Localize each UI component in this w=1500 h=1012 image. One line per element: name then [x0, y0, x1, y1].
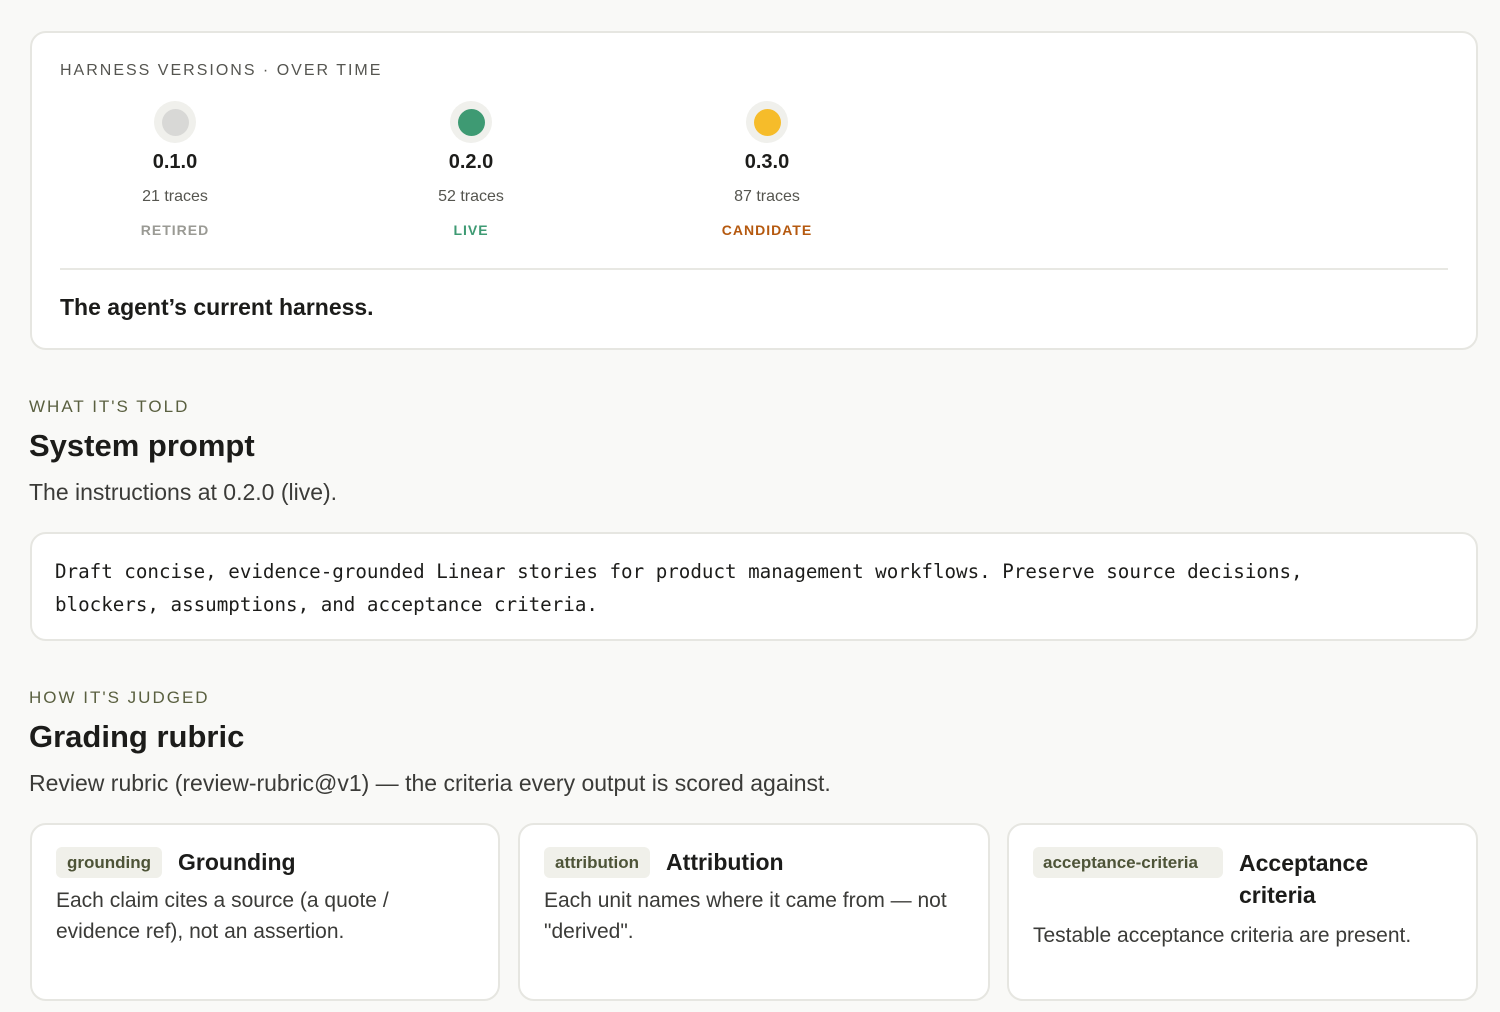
system-prompt-title: System prompt	[29, 428, 255, 463]
harness-versions-card: HARNESS VERSIONS · OVER TIME 0.1.0 21 tr…	[30, 31, 1478, 350]
system-prompt-subtitle: The instructions at 0.2.0 (live).	[29, 479, 338, 505]
version-number: 0.3.0	[744, 151, 790, 173]
version-status-dot-icon	[457, 108, 485, 136]
rubric-eyebrow: HOW IT'S JUDGED	[29, 688, 210, 707]
rubric-tag: attribution	[544, 847, 651, 878]
rubric-title: Grading rubric	[29, 719, 245, 754]
version-status: RETIRED	[140, 222, 210, 238]
rubric-card-header: attribution Attribution	[544, 847, 968, 878]
rubric-card-acceptance-criteria: acceptance-criteria Acceptance criteria …	[1007, 823, 1478, 1001]
rubric-description: Each claim cites a source (a quote / evi…	[56, 889, 389, 943]
rubric-description: Testable acceptance criteria are present…	[1033, 924, 1412, 947]
version-traces: 21 traces	[142, 188, 208, 205]
version-number: 0.2.0	[448, 151, 494, 173]
system-prompt-text: Draft concise, evidence-grounded Linear …	[55, 560, 1303, 616]
rubric-name: Grounding	[178, 849, 296, 875]
version-dot-ring	[154, 101, 196, 143]
version-status: CANDIDATE	[721, 222, 813, 238]
version-item-0-3-0[interactable]: 0.3.0 87 traces CANDIDATE	[667, 101, 867, 238]
rubric-name: Acceptance criteria	[1239, 850, 1369, 908]
version-traces: 52 traces	[438, 188, 504, 205]
version-dot-ring	[450, 101, 492, 143]
rubric-card-attribution: attribution Attribution Each unit names …	[518, 823, 990, 1001]
rubric-description: Each unit names where it came from — not…	[544, 889, 947, 943]
rubric-card-header: grounding Grounding	[56, 847, 478, 878]
divider	[60, 268, 1448, 270]
version-item-0-1-0[interactable]: 0.1.0 21 traces RETIRED	[75, 101, 275, 238]
version-traces: 87 traces	[734, 188, 800, 205]
system-prompt-eyebrow: WHAT IT'S TOLD	[29, 397, 190, 416]
rubric-card-grounding: grounding Grounding Each claim cites a s…	[30, 823, 500, 1001]
version-status-dot-icon	[753, 108, 781, 136]
version-item-0-2-0[interactable]: 0.2.0 52 traces LIVE	[371, 101, 571, 238]
rubric-tag: grounding	[56, 847, 163, 878]
rubric-name: Attribution	[666, 849, 784, 875]
rubric-card-header: acceptance-criteria Acceptance criteria	[1033, 847, 1456, 911]
version-status: LIVE	[453, 222, 489, 238]
version-status-dot-icon	[161, 108, 189, 136]
version-dot-ring	[746, 101, 788, 143]
system-prompt-card: Draft concise, evidence-grounded Linear …	[30, 532, 1478, 641]
version-number: 0.1.0	[152, 151, 198, 173]
versions-eyebrow: HARNESS VERSIONS · OVER TIME	[60, 62, 383, 79]
rubric-tag: acceptance-criteria	[1033, 847, 1223, 878]
harness-headline: The agent’s current harness.	[60, 294, 374, 320]
rubric-subtitle: Review rubric (review-rubric@v1) — the c…	[29, 770, 831, 796]
